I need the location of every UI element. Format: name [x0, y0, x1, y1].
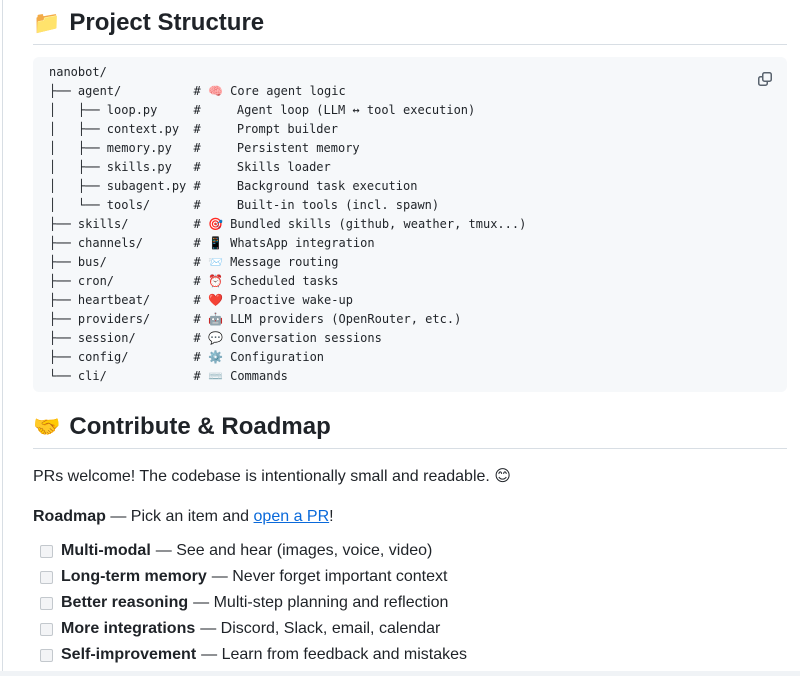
list-item: Better reasoning — Multi-step planning a…	[40, 591, 787, 615]
cropped-next-section-edge	[0, 671, 800, 676]
tree-line: ├── cron/ # ⏰ Scheduled tasks	[49, 272, 771, 291]
task-checkbox	[40, 623, 53, 636]
task-label: Long-term memory	[61, 565, 207, 589]
task-checkbox	[40, 571, 53, 584]
task-description: — Never forget important context	[212, 565, 448, 589]
project-structure-title: Project Structure	[69, 8, 264, 38]
list-item: Multi-modal — See and hear (images, voic…	[40, 539, 787, 563]
tree-line: │ ├── loop.py # Agent loop (LLM ↔ tool e…	[49, 101, 771, 120]
roadmap-suffix-text: !	[329, 508, 333, 525]
tree-line: ├── agent/ # 🧠 Core agent logic	[49, 82, 771, 101]
task-checkbox	[40, 597, 53, 610]
tree-line: │ └── tools/ # Built-in tools (incl. spa…	[49, 196, 771, 215]
contribute-roadmap-heading: 🤝 Contribute & Roadmap	[33, 412, 787, 449]
task-label: More integrations	[61, 617, 195, 641]
tree-line: │ ├── memory.py # Persistent memory	[49, 139, 771, 158]
project-structure-heading: 📁 Project Structure	[33, 8, 787, 45]
tree-line: ├── skills/ # 🎯 Bundled skills (github, …	[49, 215, 771, 234]
roadmap-prefix-text: — Pick an item and	[106, 508, 254, 525]
code-block-wrapper: nanobot/├── agent/ # 🧠 Core agent logic│…	[33, 57, 787, 392]
page-left-border	[2, 0, 3, 676]
tree-line: └── cli/ # ⌨️ Commands	[49, 367, 771, 386]
tree-line: ├── channels/ # 📱 WhatsApp integration	[49, 234, 771, 253]
tree-line: ├── providers/ # 🤖 LLM providers (OpenRo…	[49, 310, 771, 329]
roadmap-line: Roadmap — Pick an item and open a PR!	[33, 505, 787, 529]
list-item: More integrations — Discord, Slack, emai…	[40, 617, 787, 641]
tree-line: ├── config/ # ⚙️ Configuration	[49, 348, 771, 367]
roadmap-label: Roadmap	[33, 508, 106, 525]
open-pr-link[interactable]: open a PR	[254, 508, 330, 525]
handshake-emoji-icon: 🤝	[33, 412, 60, 442]
task-description: — Learn from feedback and mistakes	[201, 643, 467, 667]
tree-line: │ ├── context.py # Prompt builder	[49, 120, 771, 139]
task-label: Multi-modal	[61, 539, 151, 563]
prs-welcome-text: PRs welcome! The codebase is intentional…	[33, 465, 787, 489]
task-label: Better reasoning	[61, 591, 188, 615]
task-description: — See and hear (images, voice, video)	[156, 539, 433, 563]
list-item: Self-improvement — Learn from feedback a…	[40, 643, 787, 667]
task-description: — Multi-step planning and reflection	[193, 591, 448, 615]
task-checkbox	[40, 545, 53, 558]
tree-line: │ ├── skills.py # Skills loader	[49, 158, 771, 177]
task-label: Self-improvement	[61, 643, 196, 667]
folder-emoji-icon: 📁	[33, 8, 60, 38]
tree-line: ├── bus/ # 📨 Message routing	[49, 253, 771, 272]
tree-line: ├── heartbeat/ # ❤️ Proactive wake-up	[49, 291, 771, 310]
tree-line: │ ├── subagent.py # Background task exec…	[49, 177, 771, 196]
roadmap-task-list: Multi-modal — See and hear (images, voic…	[33, 539, 787, 667]
task-checkbox	[40, 649, 53, 662]
copy-icon	[757, 71, 773, 87]
tree-line: nanobot/	[49, 63, 771, 82]
list-item: Long-term memory — Never forget importan…	[40, 565, 787, 589]
contribute-roadmap-title: Contribute & Roadmap	[69, 412, 330, 442]
tree-line: ├── session/ # 💬 Conversation sessions	[49, 329, 771, 348]
copy-code-button[interactable]	[751, 65, 779, 93]
project-tree-code-block: nanobot/├── agent/ # 🧠 Core agent logic│…	[33, 57, 787, 392]
task-description: — Discord, Slack, email, calendar	[200, 617, 440, 641]
readme-content: 📁 Project Structure nanobot/├── agent/ #…	[0, 0, 800, 667]
